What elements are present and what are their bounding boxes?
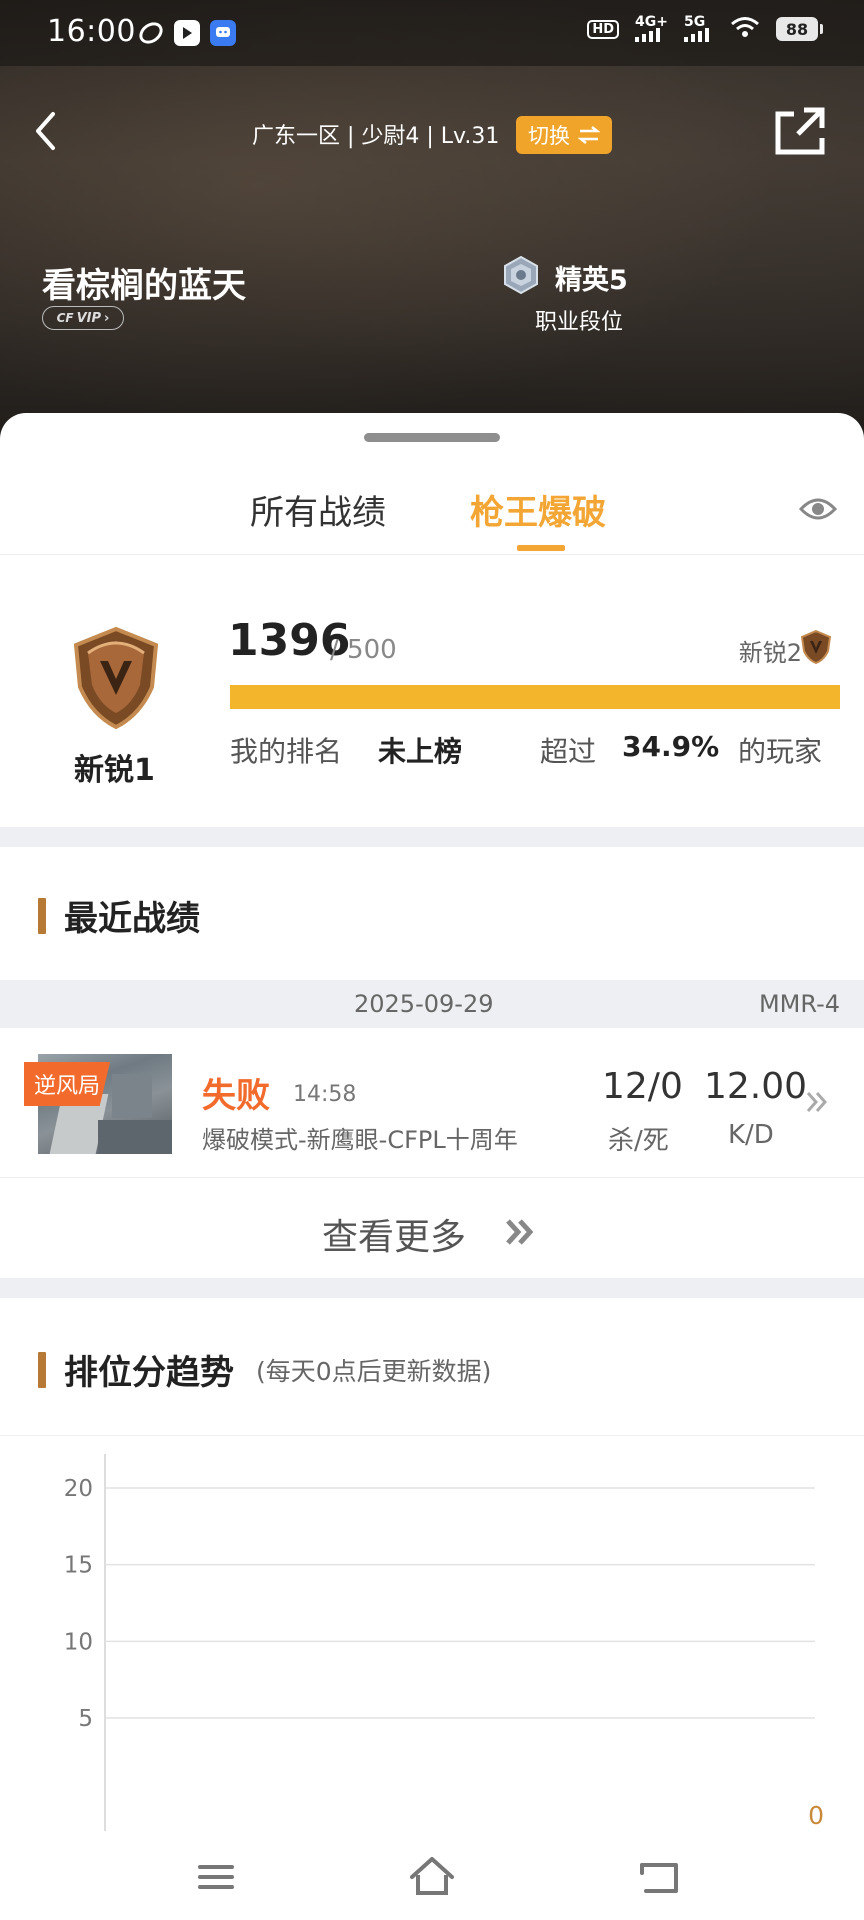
kd-ratio-label: K/D: [728, 1120, 774, 1150]
view-more-label: 查看更多: [322, 1217, 467, 1258]
career-rank-label: 职业段位: [535, 310, 624, 335]
kills-deaths-label: 杀/死: [608, 1126, 669, 1156]
sync-app-icon: [138, 20, 164, 46]
battle-date: 2025-09-29: [354, 990, 494, 1018]
score-trend-chart: 20 15 10 5 0: [64, 1454, 824, 1831]
double-chevron-right-icon: [506, 1219, 534, 1245]
chevron-right-icon: ›: [104, 310, 110, 326]
share-icon[interactable]: [772, 104, 828, 158]
play-app-icon: [174, 20, 200, 46]
rank-progress-bar: [230, 685, 840, 709]
switch-label: 切换: [528, 124, 570, 148]
vip-label: VIP: [76, 310, 102, 326]
battery-indicator: 88: [776, 17, 823, 41]
comeback-tag: 逆风局: [24, 1062, 111, 1106]
my-rank-label: 我的排名: [230, 735, 343, 768]
battle-result: 失败: [202, 1076, 270, 1116]
section-divider: [0, 827, 864, 847]
my-rank-value: 未上榜: [378, 735, 463, 768]
stats-sheet: 所有战绩 枪王爆破 新锐1 1396 / 500 新锐2 我的排名 未上榜 超过…: [0, 413, 864, 1833]
signal-4g-icon: 4G+: [635, 14, 668, 42]
signal-5g-icon: 5G: [684, 14, 714, 42]
swap-arrows-icon: [578, 126, 600, 144]
switch-account-button[interactable]: 切换: [516, 116, 612, 154]
view-more-button[interactable]: 查看更多: [0, 1178, 864, 1278]
home-icon[interactable]: [402, 1847, 462, 1907]
recent-records-title: 最近战绩: [64, 899, 200, 939]
hd-icon: HD: [587, 19, 620, 39]
section-accent-bar: [38, 897, 46, 934]
top-nav: 广东一区 | 少尉4 | Lv.31 切换: [0, 66, 864, 196]
active-tab-indicator: [517, 545, 565, 551]
back-button[interactable]: [20, 106, 70, 156]
exceed-suffix: 的玩家: [738, 735, 823, 768]
vip-badge[interactable]: CF VIP ›: [42, 306, 124, 330]
sheet-drag-handle[interactable]: [364, 433, 500, 442]
career-rank-name: 精英5: [555, 265, 628, 296]
chat-app-icon: [210, 20, 236, 46]
section-divider: [0, 1278, 864, 1298]
rank-progress-fill: [230, 685, 840, 709]
menu-icon[interactable]: [186, 1847, 246, 1907]
battle-time: 14:58: [293, 1082, 357, 1107]
score-trend-header: 排位分趋势 (每天0点后更新数据): [38, 1345, 491, 1394]
rank-card: 新锐1 1396 / 500 新锐2 我的排名 未上榜 超过 34.9% 的玩家: [0, 555, 864, 827]
novice-rank-emblem-icon: [73, 626, 159, 730]
y-tick-label: 5: [78, 1706, 93, 1732]
eye-icon[interactable]: [798, 493, 838, 525]
profile-header: 16:00 HD 4G+ 5G 88 广东一区 | 少尉4 | Lv.31 切换…: [0, 0, 864, 460]
kd-ratio-value: 12.00: [704, 1066, 808, 1107]
y-tick-label: 15: [64, 1553, 93, 1579]
tab-bar: 所有战绩 枪王爆破: [0, 453, 864, 555]
network-label-2: 5G: [684, 14, 706, 30]
y-tick-label: 10: [64, 1629, 93, 1655]
elite-rank-emblem-icon: [504, 256, 538, 294]
tab-gun-king-demolition[interactable]: 枪王爆破: [470, 485, 606, 534]
next-rank-emblem-icon: [800, 629, 832, 665]
mmr-change: MMR-4: [758, 990, 840, 1018]
section-accent-bar: [38, 1351, 46, 1388]
y-tick-label: 20: [64, 1476, 93, 1502]
wifi-icon: [730, 16, 760, 42]
cf-logo-icon: CF: [56, 311, 74, 325]
back-icon[interactable]: [630, 1847, 690, 1907]
chevron-left-icon: [36, 112, 55, 150]
next-rank-label: 新锐2: [738, 639, 802, 667]
exceed-value: 34.9%: [622, 730, 720, 763]
status-bar: 16:00 HD 4G+ 5G 88: [0, 0, 864, 66]
tab-all-records[interactable]: 所有战绩: [250, 485, 386, 534]
score-trend-title: 排位分趋势: [64, 1353, 234, 1393]
exceed-label: 超过: [540, 735, 597, 768]
double-chevron-right-icon: [806, 1092, 828, 1112]
server-info: 广东一区 | 少尉4 | Lv.31: [252, 124, 500, 149]
player-name: 看棕榈的蓝天: [42, 266, 246, 306]
network-label-1: 4G+: [635, 14, 668, 30]
data-label: 0: [808, 1801, 824, 1830]
battle-mode: 爆破模式-新鹰眼-CFPL十周年: [202, 1126, 518, 1154]
status-time: 16:00: [47, 14, 136, 49]
recent-records-header: 最近战绩: [38, 891, 200, 940]
kills-deaths-value: 12/0: [602, 1066, 683, 1107]
battle-record-row[interactable]: 逆风局 失败 14:58 爆破模式-新鹰眼-CFPL十周年 12/0 杀/死 1…: [0, 1028, 864, 1178]
current-rank-label: 新锐1: [74, 753, 155, 788]
score-trend-note: (每天0点后更新数据): [256, 1356, 492, 1386]
system-nav-bar: [0, 1833, 864, 1920]
date-row: 2025-09-29 MMR-4: [0, 980, 864, 1028]
rank-score-max: / 500: [330, 635, 397, 665]
